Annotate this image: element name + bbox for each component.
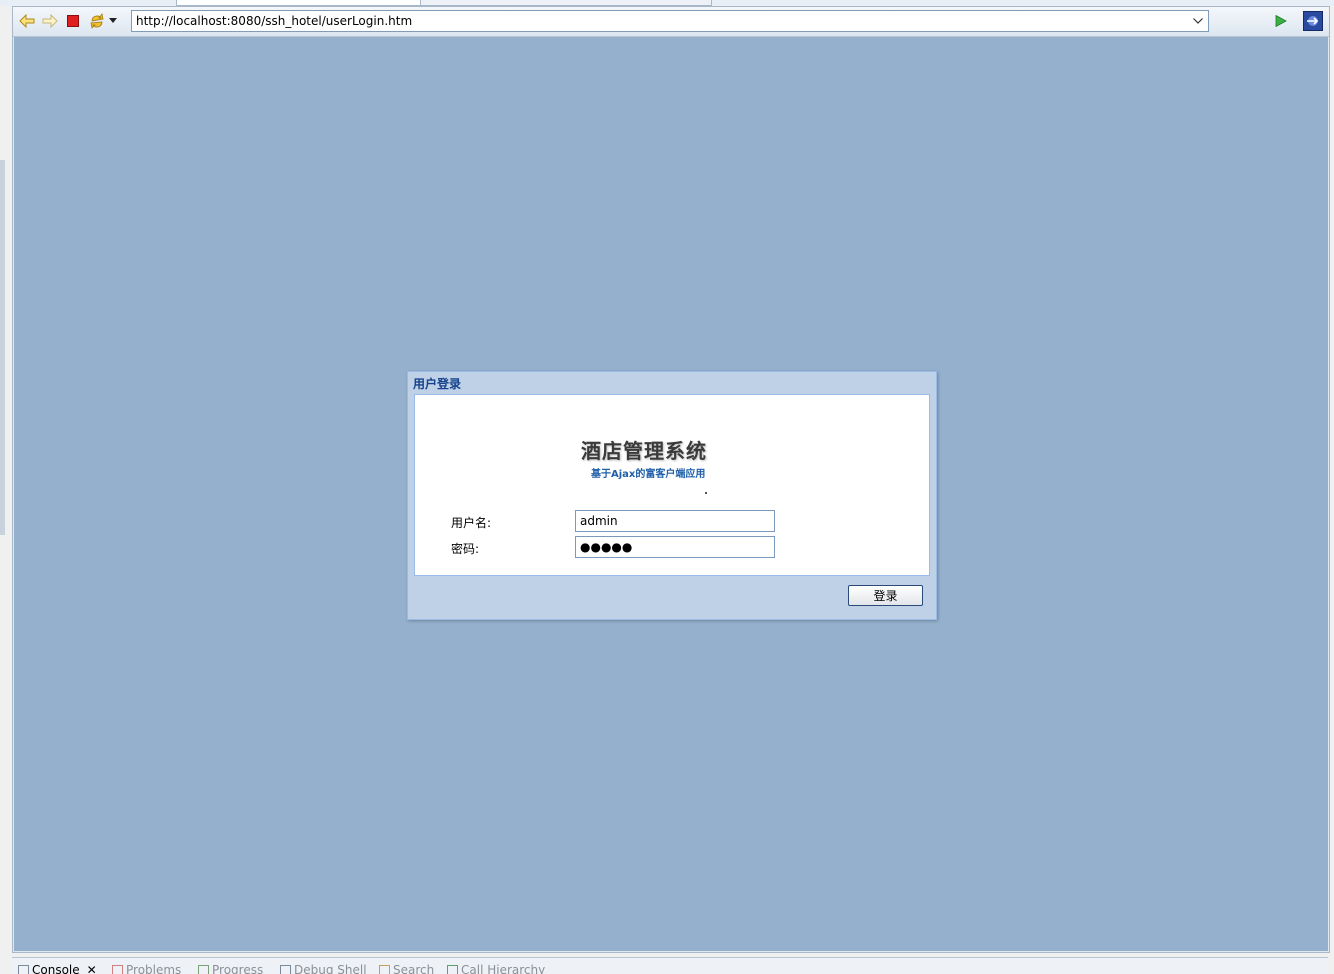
back-icon[interactable]	[18, 12, 36, 30]
tab-debug-shell[interactable]: Debug Shell	[280, 963, 367, 974]
tab-label: Console	[32, 963, 80, 974]
bottom-views-bar: Console ✕ Problems Progress Debug Shell …	[12, 957, 1328, 974]
dialog-body: 酒店管理系统 基于Ajax的富客户端应用 用户名: 密码:	[414, 394, 930, 576]
tab-label: Debug Shell	[294, 963, 367, 974]
url-input[interactable]	[131, 10, 1209, 32]
tab-label: Problems	[126, 963, 181, 974]
go-icon[interactable]	[1272, 12, 1290, 30]
url-dropdown-icon[interactable]	[1189, 12, 1207, 30]
left-edge-strip	[0, 160, 5, 535]
username-input[interactable]	[575, 510, 775, 532]
decorative-dot	[705, 492, 707, 494]
app-subtitle: 基于Ajax的富客户端应用	[591, 465, 705, 480]
forward-icon[interactable]	[41, 12, 59, 30]
open-external-icon[interactable]	[1303, 11, 1323, 31]
app-title: 酒店管理系统	[581, 435, 707, 464]
tab-label: Call Hierarchy	[461, 963, 545, 974]
password-label: 密码:	[451, 540, 479, 557]
tab-search[interactable]: Search	[379, 963, 434, 974]
tab-call-hierarchy[interactable]: Call Hierarchy	[447, 963, 545, 974]
browser-viewport: 用户登录 酒店管理系统 基于Ajax的富客户端应用 用户名: 密码: 登录	[14, 37, 1328, 951]
browser-window: 用户登录 酒店管理系统 基于Ajax的富客户端应用 用户名: 密码: 登录	[12, 6, 1330, 953]
browser-toolbar	[13, 7, 1329, 37]
refresh-icon[interactable]	[88, 12, 106, 30]
tab-problems[interactable]: Problems	[112, 963, 181, 974]
username-label: 用户名:	[451, 514, 491, 531]
password-input[interactable]	[575, 536, 775, 558]
login-button[interactable]: 登录	[848, 585, 923, 606]
stop-icon[interactable]	[64, 12, 82, 30]
tab-label: Progress	[212, 963, 263, 974]
close-icon[interactable]: ✕	[87, 963, 97, 974]
dialog-title: 用户登录	[413, 375, 461, 392]
menu-dropdown-icon[interactable]	[108, 12, 118, 30]
tab-label: Search	[393, 963, 434, 974]
tab-progress[interactable]: Progress	[198, 963, 263, 974]
tab-console[interactable]: Console ✕	[18, 963, 97, 974]
login-dialog: 用户登录 酒店管理系统 基于Ajax的富客户端应用 用户名: 密码: 登录	[407, 371, 937, 620]
